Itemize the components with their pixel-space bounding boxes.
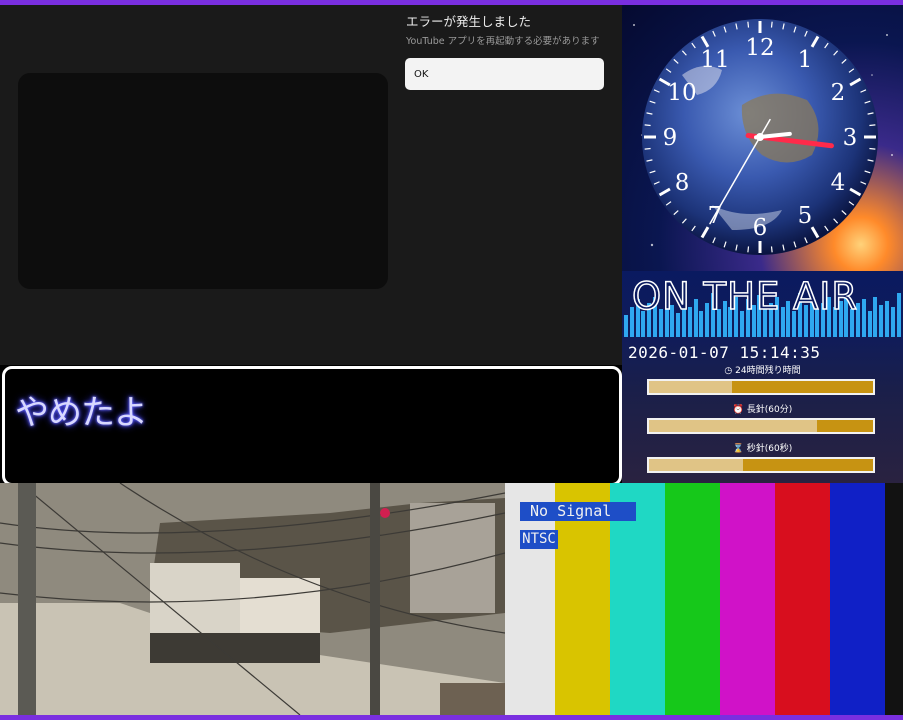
second-hand-bar bbox=[647, 457, 875, 473]
clock-numeral: 5 bbox=[798, 203, 813, 229]
on-air-panel: ON THE AIR 2026-01-07 15:14:35 ◷ 24時間残り時… bbox=[622, 271, 903, 485]
ok-button[interactable]: OK bbox=[405, 58, 604, 90]
spectrum-bar bbox=[879, 305, 884, 337]
clock-tick bbox=[644, 124, 651, 127]
color-bar bbox=[830, 483, 885, 715]
second-hand-label: ⌛ 秒針(60秒) bbox=[732, 444, 793, 454]
clock-numeral: 3 bbox=[843, 125, 858, 151]
clock-numeral: 10 bbox=[667, 80, 696, 106]
alarm-icon: ⏰ bbox=[732, 405, 747, 415]
day-remaining-label: ◷ 24時間残り時間 bbox=[724, 366, 801, 376]
minute-hand-fill bbox=[649, 420, 817, 432]
spectrum-bar bbox=[873, 297, 878, 337]
spectrum-bar bbox=[896, 293, 901, 337]
spectrum-bar bbox=[867, 311, 872, 337]
day-remaining-fill bbox=[649, 381, 732, 393]
multiview-frame: エラーが発生しました YouTube アプリを再起動する必要があります OK や… bbox=[0, 5, 903, 715]
hourglass-icon: ⌛ bbox=[732, 444, 747, 454]
spectrum-bar bbox=[861, 299, 866, 337]
on-air-title: ON THE AIR bbox=[631, 274, 859, 319]
message-box: やめたよ bbox=[2, 366, 622, 486]
minute-hand-label: ⏰ 長針(60分) bbox=[732, 405, 793, 415]
youtube-error-panel: エラーが発生しました YouTube アプリを再起動する必要があります OK bbox=[0, 5, 622, 365]
clock-tick bbox=[770, 246, 773, 253]
clock-icon: ◷ bbox=[724, 366, 736, 376]
street-camera-feed bbox=[0, 483, 505, 715]
clock-tick bbox=[770, 21, 773, 28]
color-bar bbox=[720, 483, 775, 715]
spectrum-bar bbox=[885, 301, 889, 337]
clock-numeral: 4 bbox=[831, 170, 846, 196]
clock-tick bbox=[747, 21, 750, 28]
no-signal-test-pattern: No Signal NTSC bbox=[505, 483, 903, 715]
clock-numeral: 1 bbox=[798, 47, 813, 73]
camera-scene bbox=[0, 483, 505, 715]
second-hand-fill bbox=[649, 459, 744, 471]
on-air-datetime: 2026-01-07 15:14:35 bbox=[628, 343, 821, 362]
message-text: やめたよ bbox=[15, 393, 148, 433]
error-title: エラーが発生しました bbox=[406, 14, 532, 29]
color-bar bbox=[885, 483, 903, 715]
clock-tick bbox=[869, 147, 876, 150]
clock-tick bbox=[869, 124, 876, 127]
ntsc-label: NTSC bbox=[520, 530, 558, 549]
video-player-placeholder bbox=[18, 73, 388, 289]
color-bar bbox=[775, 483, 830, 715]
clock-center bbox=[756, 133, 764, 141]
day-remaining-bar bbox=[647, 379, 875, 395]
clock-numeral: 12 bbox=[745, 35, 774, 61]
clock-numeral: 9 bbox=[663, 125, 678, 151]
clock-tick bbox=[644, 147, 651, 150]
clock-numeral: 8 bbox=[675, 170, 690, 196]
no-signal-label: No Signal bbox=[520, 502, 636, 521]
utility-pole-right bbox=[370, 483, 380, 715]
clock-tick bbox=[747, 246, 750, 253]
analog-clock-panel: 121234567891011 bbox=[622, 5, 903, 271]
color-bar bbox=[665, 483, 720, 715]
clock-svg: 121234567891011 bbox=[633, 19, 893, 255]
clock-numeral: 2 bbox=[831, 80, 846, 106]
spectrum-bar bbox=[890, 307, 895, 337]
spectrum-bar bbox=[624, 315, 628, 337]
error-message: YouTube アプリを再起動する必要があります bbox=[406, 36, 600, 47]
clock-numeral: 11 bbox=[700, 47, 729, 73]
clock-numeral: 6 bbox=[753, 215, 768, 241]
utility-pole-left bbox=[18, 483, 36, 715]
minute-hand-bar bbox=[647, 418, 875, 434]
